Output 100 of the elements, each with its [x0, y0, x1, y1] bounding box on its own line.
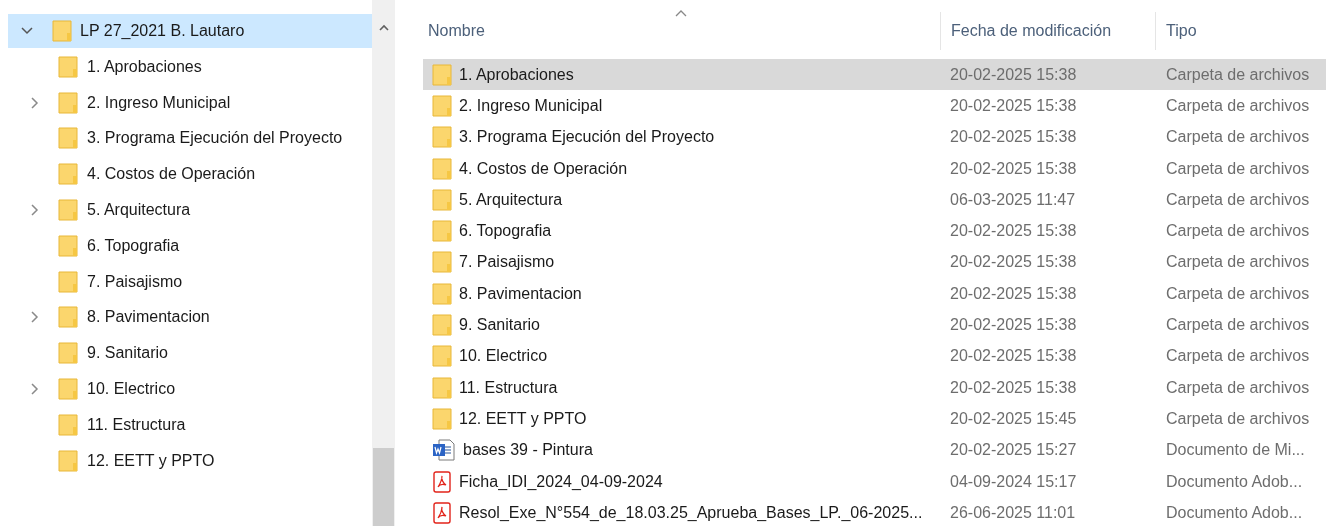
tree-item[interactable]: 9. Sanitario	[0, 335, 372, 372]
chevron-right-icon[interactable]	[31, 311, 39, 324]
scroll-thumb[interactable]	[373, 448, 394, 526]
file-row[interactable]: 3. Programa Ejecución del Proyecto 20-02-2025 15:38 Carpeta de archivos	[423, 121, 1326, 153]
file-row[interactable]: 11. Estructura 20-02-2025 15:38 Carpeta de archivos	[423, 371, 1326, 404]
tree-item[interactable]: 3. Programa Ejecución del Proyecto	[0, 120, 372, 157]
modified-date: 20-02-2025 15:27	[949, 440, 1078, 461]
file-name: 4. Costos de Operación	[459, 159, 628, 178]
file-name: Resol_Exe_N°554_de_18.03.25_Aprueba_Bases_LP._06-2025...	[459, 503, 923, 522]
folder-icon	[432, 313, 452, 337]
file-type: Documento Adob...	[1165, 502, 1304, 523]
file-type: Documento de Mi...	[1165, 440, 1306, 461]
file-row[interactable]: bases 39 - Pintura 20-02-2025 15:27 Documento de Mi...	[423, 434, 1326, 466]
tree-item[interactable]: 10. Electrico	[0, 371, 372, 407]
file-name: 6. Topografia	[459, 222, 552, 241]
modified-date: 06-03-2025 11:47	[949, 189, 1077, 210]
file-type: Documento Adob...	[1165, 471, 1304, 492]
scroll-up-icon[interactable]	[378, 24, 389, 31]
tree-item[interactable]: 4. Costos de Operación	[0, 156, 372, 193]
word-document-icon	[432, 439, 456, 462]
file-row[interactable]: 12. EETT y PPTO 20-02-2025 15:45 Carpeta de archivos	[423, 403, 1326, 435]
file-type: Carpeta de archivos	[1165, 252, 1311, 273]
file-type: Carpeta de archivos	[1165, 377, 1311, 398]
chevron-down-icon[interactable]	[21, 27, 33, 35]
modified-date: 20-02-2025 15:38	[949, 64, 1078, 85]
modified-date: 20-02-2025 15:38	[949, 158, 1078, 179]
file-row[interactable]: 1. Aprobaciones 20-02-2025 15:38 Carpeta de archivos	[423, 59, 1326, 91]
tree-item[interactable]: 5. Arquitectura	[0, 192, 372, 228]
file-type: Carpeta de archivos	[1165, 95, 1311, 116]
file-type: Carpeta de archivos	[1165, 221, 1311, 242]
file-row[interactable]: 6. Topografia 20-02-2025 15:38 Carpeta de archivos	[423, 215, 1326, 247]
folder-icon	[58, 412, 78, 437]
file-row[interactable]: Ficha_IDI_2024_04-09-2024 04-09-2024 15:17 Documento Adob...	[423, 465, 1326, 498]
scrollbar[interactable]	[372, 0, 395, 526]
folder-icon	[58, 90, 78, 115]
modified-date: 20-02-2025 15:38	[949, 283, 1078, 304]
file-row[interactable]: 2. Ingreso Municipal 20-02-2025 15:38 Carpeta de archivos	[423, 90, 1326, 122]
tree-item[interactable]: 1. Aprobaciones	[0, 49, 372, 85]
file-row[interactable]: 5. Arquitectura 06-03-2025 11:47 Carpeta de archivos	[423, 184, 1326, 216]
file-name: 2. Ingreso Municipal	[459, 96, 603, 115]
chevron-right-icon[interactable]	[31, 204, 39, 217]
modified-date: 20-02-2025 15:38	[949, 315, 1078, 335]
sort-icon	[675, 10, 687, 17]
column-header[interactable]: Tipo	[1155, 12, 1326, 50]
modified-date: 20-02-2025 15:38	[949, 127, 1078, 148]
file-type: Carpeta de archivos	[1165, 64, 1311, 85]
folder-icon	[58, 269, 78, 294]
file-name: Ficha_IDI_2024_04-09-2024	[459, 472, 663, 491]
folder-icon	[58, 162, 78, 187]
folder-icon	[58, 198, 78, 223]
folder-icon	[58, 305, 78, 330]
modified-date: 20-02-2025 15:45	[949, 408, 1078, 429]
folder-icon	[52, 19, 72, 43]
modified-date: 20-02-2025 15:38	[949, 221, 1078, 242]
file-name: 12. EETT y PPTO	[459, 409, 587, 428]
modified-date: 04-09-2024 15:17	[949, 471, 1078, 492]
chevron-right-icon[interactable]	[31, 383, 39, 396]
tree-item[interactable]: 7. Paisajismo	[0, 263, 372, 300]
tree-item[interactable]: 8. Pavimentacion	[0, 299, 372, 336]
modified-date: 20-02-2025 15:38	[949, 377, 1078, 398]
chevron-right-icon[interactable]	[31, 96, 39, 109]
file-type: Carpeta de archivos	[1165, 408, 1311, 429]
file-row[interactable]: 4. Costos de Operación 20-02-2025 15:38 Carpeta de archivos	[423, 152, 1326, 185]
file-row[interactable]: 9. Sanitario 20-02-2025 15:38 Carpeta de archivos	[423, 309, 1326, 341]
modified-date: 20-02-2025 15:38	[949, 346, 1078, 367]
file-row[interactable]: 8. Pavimentacion 20-02-2025 15:38 Carpeta de archivos	[423, 278, 1326, 310]
file-row[interactable]: Resol_Exe_N°554_de_18.03.25_Aprueba_Bases_LP._06-2025... 26-06-2025 11:01 Documento Adob...	[423, 497, 1326, 526]
modified-date: 26-06-2025 11:01	[949, 502, 1077, 523]
tree-item[interactable]: 11. Estructura	[0, 406, 372, 443]
column-header[interactable]: Fecha de modificación	[940, 12, 1155, 50]
file-name: 7. Paisajismo	[459, 253, 555, 272]
file-row[interactable]: 7. Paisajismo 20-02-2025 15:38 Carpeta de archivos	[423, 246, 1326, 279]
folder-icon	[58, 126, 78, 151]
folder-icon	[432, 406, 452, 431]
tree-item[interactable]: LP 27_2021 B. Lautaro	[8, 14, 372, 48]
file-row[interactable]: 10. Electrico 20-02-2025 15:38 Carpeta de archivos	[423, 340, 1326, 372]
folder-icon	[58, 377, 78, 402]
folder-icon	[58, 448, 78, 473]
file-type: Carpeta de archivos	[1165, 189, 1311, 210]
file-name: 9. Sanitario	[459, 316, 540, 334]
tree-item[interactable]: 12. EETT y PPTO	[0, 442, 372, 479]
folder-icon	[432, 219, 452, 244]
file-type: Carpeta de archivos	[1165, 346, 1311, 367]
file-name: bases 39 - Pintura	[463, 441, 593, 460]
file-type: Carpeta de archivos	[1165, 315, 1311, 335]
folder-icon	[432, 344, 452, 369]
folder-icon	[432, 250, 452, 275]
modified-date: 20-02-2025 15:38	[949, 95, 1078, 116]
column-header[interactable]: Nombre	[423, 12, 940, 50]
file-name: 10. Electrico	[459, 347, 548, 366]
folder-icon	[58, 341, 78, 366]
folder-icon	[432, 187, 452, 212]
folder-icon	[432, 125, 452, 150]
modified-date: 20-02-2025 15:38	[949, 252, 1078, 273]
folder-icon	[58, 233, 78, 258]
file-name: 1. Aprobaciones	[459, 65, 574, 84]
file-name: 8. Pavimentacion	[459, 284, 582, 303]
folder-icon	[432, 156, 452, 181]
tree-item[interactable]: 6. Topografia	[0, 228, 372, 264]
tree-item[interactable]: 2. Ingreso Municipal	[0, 84, 372, 121]
